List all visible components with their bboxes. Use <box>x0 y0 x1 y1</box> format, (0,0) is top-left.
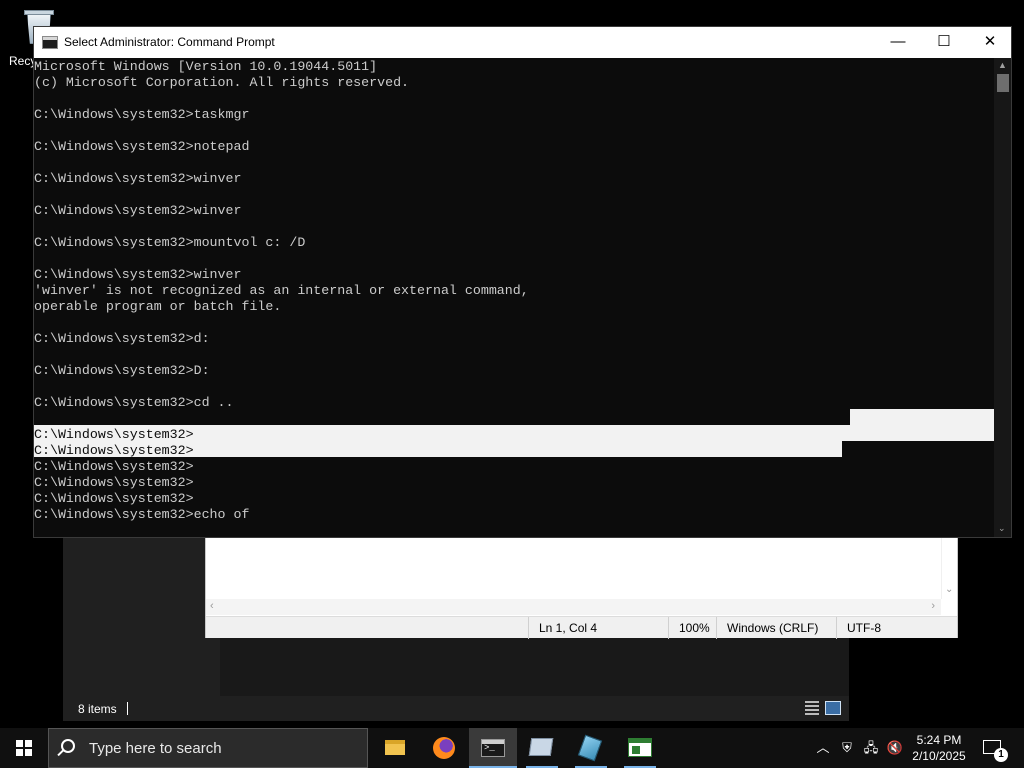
console-line: (c) Microsoft Corporation. All rights re… <box>34 75 410 90</box>
cursor-position: Ln 1, Col 4 <box>528 617 668 639</box>
large-icons-view-icon[interactable] <box>825 701 841 715</box>
console-line: operable program or batch file. <box>34 299 282 314</box>
network-icon[interactable]: 🖧 <box>859 728 883 768</box>
search-icon <box>61 739 75 753</box>
notepad-horizontal-scrollbar[interactable]: ‹ › <box>206 599 941 615</box>
console-line: C:\Windows\system32> <box>34 427 194 442</box>
console-output[interactable]: Microsoft Windows [Version 10.0.19044.50… <box>34 58 994 537</box>
details-view-icon[interactable] <box>805 701 819 715</box>
scroll-down-icon[interactable]: ⌄ <box>998 523 1006 534</box>
desktop: { "desktop": { "recycle_bin_label": "Rec… <box>0 0 1024 768</box>
window-title: Select Administrator: Command Prompt <box>64 35 275 49</box>
explorer-status-bar: 8 items <box>63 696 849 721</box>
console-line: C:\Windows\system32>taskmgr <box>34 107 250 122</box>
console-line: C:\Windows\system32>winver <box>34 203 242 218</box>
folder-icon <box>385 740 405 755</box>
notification-badge: 1 <box>994 748 1008 762</box>
notepad-taskbar-button[interactable] <box>567 728 615 768</box>
status-divider <box>126 702 128 715</box>
terminal-icon <box>481 739 505 757</box>
console-line: C:\Windows\system32>echo of <box>34 507 250 522</box>
spreadsheet-taskbar-button[interactable] <box>616 728 664 768</box>
scroll-down-icon[interactable]: ⌄ <box>945 584 953 595</box>
security-icon[interactable]: ⛨ <box>835 728 859 768</box>
console-line: C:\Windows\system32>winver <box>34 171 242 186</box>
network-app-taskbar-button[interactable] <box>518 728 566 768</box>
windows-logo-icon <box>16 740 32 756</box>
spreadsheet-icon <box>628 738 652 757</box>
console-line: C:\Windows\system32>D: <box>34 363 210 378</box>
console-line: C:\Windows\system32> <box>34 491 194 506</box>
file-explorer-taskbar-button[interactable] <box>371 728 419 768</box>
firefox-taskbar-button[interactable] <box>420 728 468 768</box>
item-count: 8 items <box>78 701 117 716</box>
explorer-navigation-pane[interactable] <box>63 535 220 696</box>
cmd-scrollbar[interactable]: ▲ ⌄ <box>994 58 1011 537</box>
zoom-level: 100% <box>668 617 716 639</box>
minimize-button[interactable]: — <box>875 27 921 58</box>
cmd-app-icon[interactable] <box>42 36 58 49</box>
scroll-left-icon[interactable]: ‹ <box>210 600 214 612</box>
scroll-right-icon[interactable]: › <box>931 600 935 612</box>
console-line: C:\Windows\system32>notepad <box>34 139 250 154</box>
console-line: C:\Windows\system32>winver <box>34 267 242 282</box>
console-line: C:\Windows\system32> <box>34 459 194 474</box>
cmd-title-bar[interactable]: Select Administrator: Command Prompt — ☐… <box>34 27 1011 58</box>
encoding: UTF-8 <box>836 617 958 639</box>
scroll-up-icon[interactable]: ▲ <box>998 60 1007 70</box>
command-prompt-window[interactable]: Select Administrator: Command Prompt — ☐… <box>33 26 1012 538</box>
taskbar-search-box[interactable]: Type here to search <box>48 728 368 768</box>
command-prompt-taskbar-button[interactable] <box>469 728 517 768</box>
taskbar: Type here to search ︿ ⛨ 🖧 🔇 5:24 PM 2/10… <box>0 728 1024 768</box>
maximize-button[interactable]: ☐ <box>921 27 967 58</box>
clock-time: 5:24 PM <box>916 733 962 747</box>
firefox-icon <box>433 737 455 759</box>
notepad-vertical-scrollbar[interactable]: ⌄ <box>941 535 957 599</box>
search-placeholder: Type here to search <box>89 740 222 757</box>
clock[interactable]: 5:24 PM 2/10/2025 <box>900 732 978 764</box>
notepad-status-bar: Ln 1, Col 4 100% Windows (CRLF) UTF-8 <box>206 616 958 639</box>
console-line: C:\Windows\system32>cd .. <box>34 395 234 410</box>
close-button[interactable]: ✕ <box>967 27 1013 58</box>
console-line: C:\Windows\system32> <box>34 443 194 458</box>
console-line: C:\Windows\system32>d: <box>34 331 210 346</box>
line-ending: Windows (CRLF) <box>716 617 836 639</box>
start-button[interactable] <box>0 728 48 768</box>
action-center-button[interactable]: 1 <box>978 728 1014 768</box>
console-line: Microsoft Windows [Version 10.0.19044.50… <box>34 59 378 74</box>
network-app-icon <box>528 738 554 756</box>
chevron-up-icon[interactable]: ︿ <box>811 728 835 768</box>
console-line: 'winver' is not recognized as an interna… <box>34 283 529 298</box>
scroll-thumb[interactable] <box>997 74 1009 92</box>
notepad-window[interactable]: ⌄ ‹ › Ln 1, Col 4 100% Windows (CRLF) UT… <box>205 535 958 639</box>
clock-date: 2/10/2025 <box>912 749 966 763</box>
console-line: C:\Windows\system32> <box>34 475 194 490</box>
notepad-icon <box>577 734 603 762</box>
console-line: C:\Windows\system32>mountvol c: /D <box>34 235 306 250</box>
